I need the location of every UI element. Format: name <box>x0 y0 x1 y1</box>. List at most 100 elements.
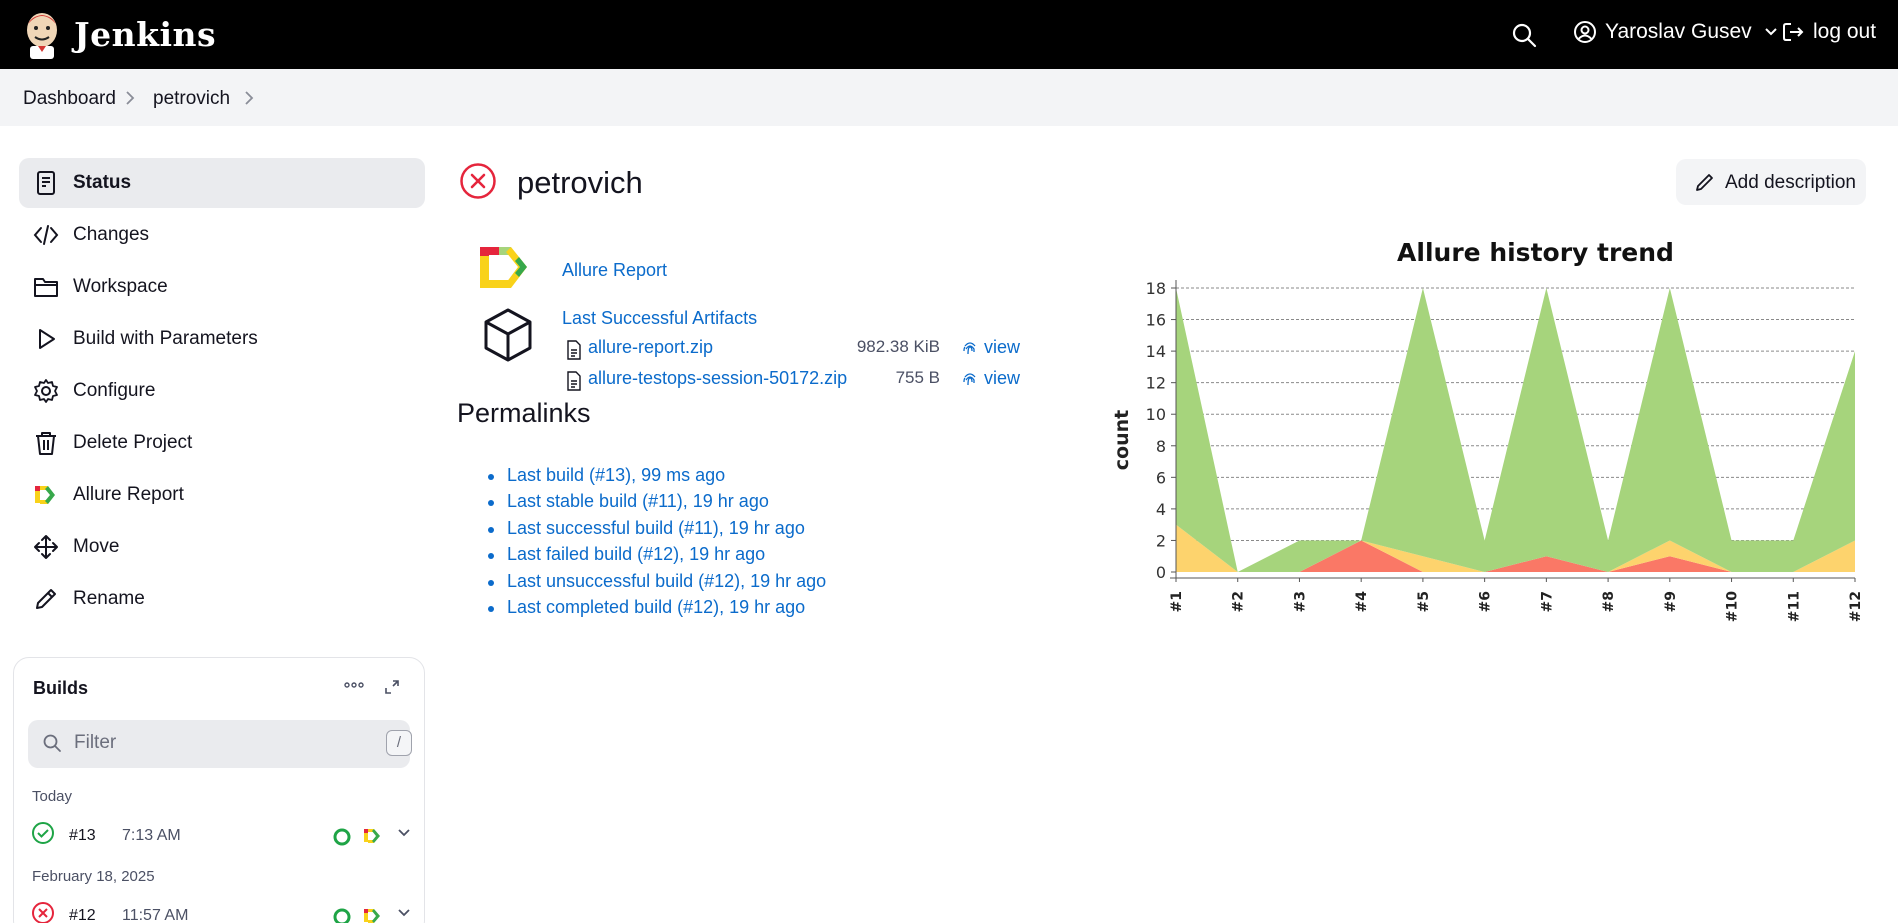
builds-panel: Builds / Today #13 7:13 AM February 18, … <box>13 657 425 923</box>
permalink-item: Last failed build (#12), 19 hr ago <box>487 544 826 570</box>
build-time: 11:57 AM <box>122 907 189 923</box>
file-icon <box>567 371 581 391</box>
artifact-link[interactable]: allure-testops-session-50172.zip <box>588 368 847 389</box>
sidebar-item-rename[interactable]: Rename <box>19 574 425 624</box>
sidebar-item-label: Move <box>73 536 120 557</box>
breadcrumb-job[interactable]: petrovich <box>153 88 230 110</box>
user-avatar-icon <box>1574 21 1596 43</box>
chart-x-tick-label: #5 <box>1416 591 1432 612</box>
chart-x-tick-label: #12 <box>1848 591 1860 622</box>
sidebar-item-allure-report[interactable]: Allure Report <box>19 470 425 520</box>
chart-y-tick-label: 16 <box>1146 311 1166 330</box>
build-group-label: February 18, 2025 <box>32 868 155 885</box>
logout-link[interactable]: log out <box>1781 20 1876 44</box>
search-icon[interactable] <box>1511 22 1537 48</box>
play-icon <box>39 329 55 349</box>
permalinks-list: Last build (#13), 99 ms ago Last stable … <box>487 465 826 623</box>
artifact-view-label: view <box>984 368 1021 388</box>
allure-icon <box>35 486 55 504</box>
allure-badge-icon[interactable] <box>362 826 382 846</box>
jenkins-home-link[interactable]: Jenkins <box>22 8 216 60</box>
chart-x-tick-label: #10 <box>1725 591 1741 622</box>
chart-area-passed <box>1176 288 1855 572</box>
permalink-item: Last completed build (#12), 19 hr ago <box>487 597 826 623</box>
permalink-last-completed-build[interactable]: Last completed build (#12), 19 hr ago <box>507 597 805 617</box>
breadcrumb-dashboard[interactable]: Dashboard <box>23 88 116 110</box>
sidebar-item-workspace[interactable]: Workspace <box>19 262 425 312</box>
jenkins-brand-name: Jenkins <box>74 14 217 54</box>
sidebar-item-move[interactable]: Move <box>19 522 425 572</box>
breadcrumb: Dashboard petrovich <box>0 69 1898 126</box>
permalink-last-unsuccessful-build[interactable]: Last unsuccessful build (#12), 19 hr ago <box>507 571 826 591</box>
page-title: petrovich <box>517 165 643 200</box>
add-description-label: Add description <box>1725 172 1856 193</box>
pencil-icon <box>1696 174 1713 191</box>
testops-badge-icon[interactable] <box>332 907 352 923</box>
more-options-icon[interactable] <box>343 680 365 690</box>
chart-y-tick-label: 0 <box>1156 563 1166 582</box>
chart-y-tick-label: 8 <box>1156 437 1166 456</box>
search-icon <box>43 734 61 752</box>
expand-icon[interactable] <box>384 679 400 695</box>
builds-filter-input[interactable] <box>74 732 344 754</box>
allure-report-link[interactable]: Allure Report <box>562 260 667 281</box>
chevron-right-icon[interactable] <box>243 89 255 107</box>
artifact-view-link[interactable]: view <box>962 337 1020 358</box>
allure-trend-chart-svg: 0 2 4 6 8 10 12 14 16 18 #1 #2 #3 #4 #5 #6 #7 #8 #9 #10 #11 #… <box>1111 238 1864 622</box>
chevron-down-icon[interactable] <box>396 825 412 841</box>
filter-shortcut-key: / <box>386 730 412 756</box>
document-icon <box>37 171 55 195</box>
sidebar-item-label: Changes <box>73 224 150 245</box>
chart-y-tick-label: 2 <box>1156 531 1166 550</box>
sidebar-item-label: Workspace <box>73 276 168 297</box>
permalink-last-failed-build[interactable]: Last failed build (#12), 19 hr ago <box>507 544 765 564</box>
logout-icon <box>1783 23 1804 41</box>
logout-label: log out <box>1813 20 1877 43</box>
gear-icon <box>34 379 58 403</box>
success-status-icon <box>32 822 54 844</box>
sidebar-item-label: Rename <box>73 588 145 609</box>
allure-badge-icon[interactable] <box>362 906 382 923</box>
artifact-link[interactable]: allure-report.zip <box>588 337 713 358</box>
chevron-down-icon <box>1764 28 1777 36</box>
permalink-last-successful-build[interactable]: Last successful build (#11), 19 hr ago <box>507 518 805 538</box>
build-number[interactable]: #13 <box>69 827 96 845</box>
permalink-last-build[interactable]: Last build (#13), 99 ms ago <box>507 465 725 485</box>
build-row[interactable]: #12 11:57 AM <box>28 898 412 923</box>
failed-status-icon <box>32 902 54 923</box>
chart-x-tick-label: #3 <box>1292 591 1308 612</box>
chart-y-tick-label: 12 <box>1146 374 1166 393</box>
user-menu[interactable]: Yaroslav Gusev <box>1573 20 1778 44</box>
sidebar-item-changes[interactable]: Changes <box>19 210 425 260</box>
permalink-last-stable-build[interactable]: Last stable build (#11), 19 hr ago <box>507 491 769 511</box>
add-description-button[interactable]: Add description <box>1676 159 1866 205</box>
user-name: Yaroslav Gusev <box>1605 20 1752 43</box>
permalinks-heading: Permalinks <box>457 398 591 428</box>
chevron-down-icon[interactable] <box>396 905 412 921</box>
builds-title: Builds <box>33 678 89 698</box>
sidebar-item-build-with-parameters[interactable]: Build with Parameters <box>19 314 425 364</box>
build-number[interactable]: #12 <box>69 907 96 923</box>
last-successful-artifacts-link[interactable]: Last Successful Artifacts <box>562 308 757 329</box>
package-icon <box>484 308 532 362</box>
chart-x-tick-label: #7 <box>1539 591 1555 612</box>
sidebar-item-configure[interactable]: Configure <box>19 366 425 416</box>
build-group-label: Today <box>32 788 73 805</box>
artifact-view-link[interactable]: view <box>962 368 1020 389</box>
folder-icon <box>34 278 58 297</box>
sidebar-item-label: Allure Report <box>73 484 184 505</box>
sidebar-item-label: Status <box>73 172 132 193</box>
sidebar-item-status[interactable]: Status <box>19 158 425 208</box>
permalink-item: Last successful build (#11), 19 hr ago <box>487 518 826 544</box>
pencil-icon <box>36 589 56 609</box>
build-row[interactable]: #13 7:13 AM <box>28 818 412 854</box>
testops-badge-icon[interactable] <box>332 827 352 847</box>
allure-trend-chart[interactable]: 0 2 4 6 8 10 12 14 16 18 #1 #2 #3 #4 #5 #6 #7 #8 #9 #10 #11 #… <box>1110 228 1864 628</box>
chart-x-tick-label: #2 <box>1231 591 1247 612</box>
permalink-item: Last unsuccessful build (#12), 19 hr ago <box>487 571 826 597</box>
artifact-view-label: view <box>984 337 1021 357</box>
sidebar-item-label: Delete Project <box>73 432 193 453</box>
chart-y-tick-label: 6 <box>1156 468 1166 487</box>
sidebar-item-delete-project[interactable]: Delete Project <box>19 418 425 468</box>
fingerprint-icon <box>963 372 976 385</box>
